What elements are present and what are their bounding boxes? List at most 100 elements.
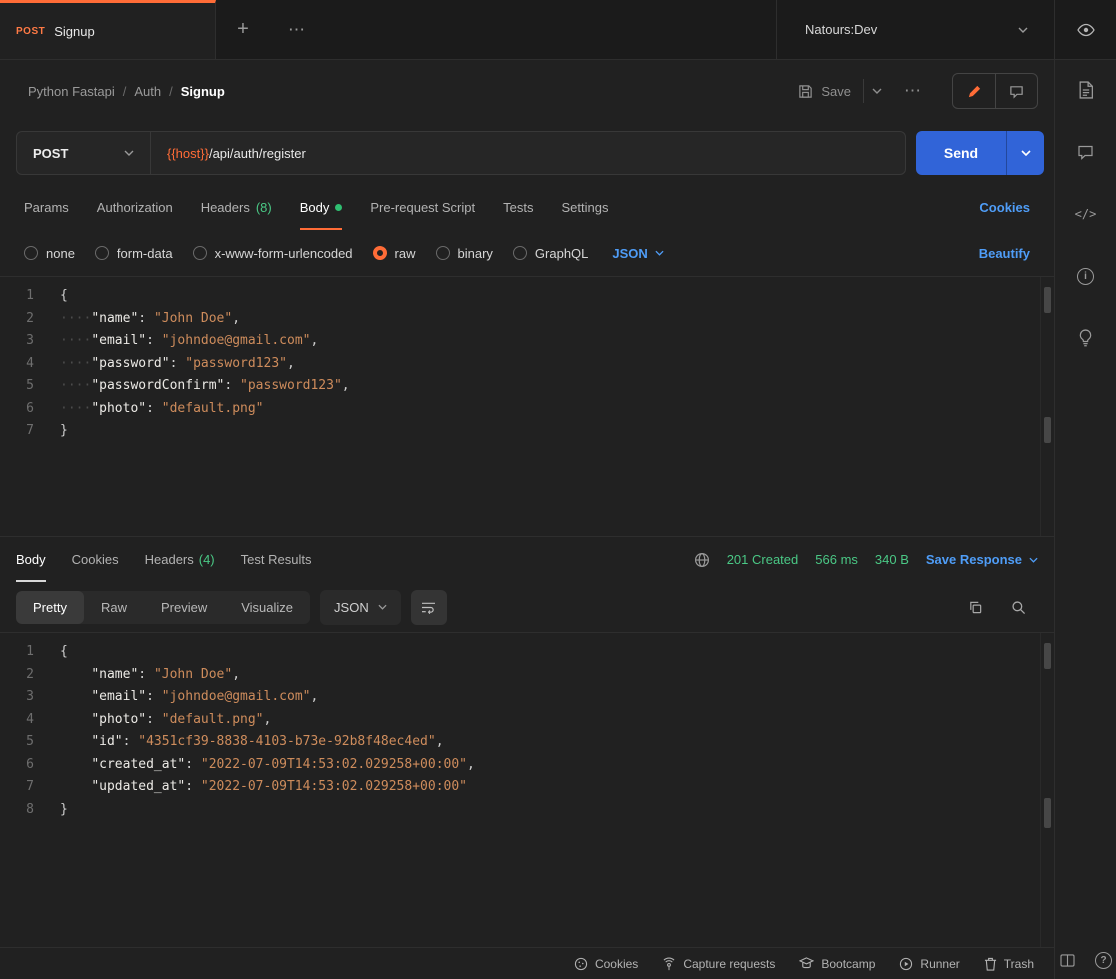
view-visualize[interactable]: Visualize [224,591,310,624]
copy-response-button[interactable] [968,600,983,615]
eye-icon [1077,23,1095,37]
breadcrumb: Python Fastapi / Auth / Signup [28,84,225,99]
code-line: 2····"name": "John Doe", [0,308,1054,331]
tab-pre-request-script[interactable]: Pre-request Script [370,184,475,230]
response-tab-body[interactable]: Body [16,537,46,582]
scrollbar-thumb[interactable] [1044,287,1051,313]
save-options-button[interactable] [863,79,890,103]
response-size[interactable]: 340 B [875,552,909,567]
send-options-button[interactable] [1006,131,1044,175]
code-snippet-button[interactable]: </> [1076,204,1096,224]
response-time[interactable]: 566 ms [815,552,858,567]
request-more-actions-button[interactable]: ⋯ [890,81,936,101]
cookies-link[interactable]: Cookies [979,200,1030,215]
tab-body[interactable]: Body [300,184,343,230]
mode-raw-radio[interactable]: raw [373,246,416,261]
request-panel: Python Fastapi / Auth / Signup Save [0,60,1054,979]
info-icon: i [1077,268,1094,285]
code-line: 6····"photo": "default.png" [0,398,1054,421]
response-tab-cookies[interactable]: Cookies [72,537,119,582]
open-request-tab[interactable]: POST Signup [0,0,216,59]
wrap-lines-button[interactable] [411,590,447,625]
mode-graphql-radio[interactable]: GraphQL [513,246,588,261]
edit-icon [967,84,982,99]
tab-settings[interactable]: Settings [561,184,608,230]
line-number: 3 [0,330,48,353]
statusbar-cookies[interactable]: Cookies [574,957,638,971]
method-selector[interactable]: POST [17,132,151,174]
status-badge[interactable]: 201 Created [727,552,799,567]
response-body-viewer[interactable]: 1{ 2 "name": "John Doe", 3 "email": "joh… [0,632,1054,947]
editor-scrollbar[interactable] [1040,277,1054,536]
chevron-down-icon [1018,27,1028,33]
tab-headers[interactable]: Headers(8) [201,184,272,230]
request-body-editor[interactable]: 1{ 2····"name": "John Doe", 3····"email"… [0,276,1054,536]
breadcrumb-folder[interactable]: Auth [134,84,161,99]
beautify-link[interactable]: Beautify [979,246,1030,261]
tab-title: Signup [54,24,94,39]
line-number: 6 [0,754,48,777]
mode-none-radio[interactable]: none [24,246,75,261]
tab-params[interactable]: Params [24,184,69,230]
response-tabs: Body Cookies Headers(4) Test Results [16,537,311,582]
breadcrumb-request-name[interactable]: Signup [181,84,225,99]
save-button-label: Save [821,84,851,99]
documentation-button[interactable] [1076,80,1096,100]
statusbar-runner[interactable]: Runner [899,957,959,971]
code-line: 4····"password": "password123", [0,353,1054,376]
radio-icon [436,246,450,260]
tab-options-button[interactable]: ⋯ [270,0,324,59]
request-tab-bar: POST Signup + ⋯ Natours:Dev [0,0,1116,60]
more-icon: ⋯ [904,81,922,100]
mode-urlencoded-radio[interactable]: x-www-form-urlencoded [193,246,353,261]
mode-binary-radio[interactable]: binary [436,246,493,261]
code-line: 8} [0,799,1054,822]
help-button[interactable]: ? [1094,950,1114,970]
capture-icon [662,957,676,971]
editor-scrollbar[interactable] [1040,633,1054,947]
mode-form-data-radio[interactable]: form-data [95,246,173,261]
environment-quick-look-button[interactable] [1054,0,1116,59]
url-input[interactable]: {{host}}/api/auth/register [151,132,905,174]
breadcrumb-collection[interactable]: Python Fastapi [28,84,115,99]
response-tab-test-results[interactable]: Test Results [241,537,312,582]
tab-tests[interactable]: Tests [503,184,533,230]
two-pane-view-button[interactable] [1058,950,1078,970]
chevron-down-icon [1021,150,1031,156]
response-tab-headers[interactable]: Headers(4) [145,537,215,582]
save-button[interactable]: Save [786,75,863,108]
search-response-button[interactable] [1011,600,1026,615]
view-pretty[interactable]: Pretty [16,591,84,624]
body-mode-row: none form-data x-www-form-urlencoded raw… [0,230,1054,276]
line-number: 7 [0,776,48,799]
bootcamp-icon [799,957,814,970]
response-header: Body Cookies Headers(4) Test Results 201… [0,536,1054,582]
globe-icon[interactable] [694,552,710,568]
pub-request-hints-button[interactable] [1076,328,1096,348]
url-host-variable: {{host}} [167,146,209,161]
view-preview[interactable]: Preview [144,591,224,624]
request-info-button[interactable]: i [1076,266,1096,286]
environment-selector[interactable]: Natours:Dev [776,0,1054,59]
chevron-down-icon [655,250,664,256]
statusbar-bootcamp[interactable]: Bootcamp [799,957,875,971]
edit-mode-button[interactable] [953,74,995,108]
raw-language-selector[interactable]: JSON [612,246,663,261]
scrollbar-thumb[interactable] [1044,643,1051,669]
new-tab-button[interactable]: + [216,0,270,59]
code-line: 5····"passwordConfirm": "password123", [0,375,1054,398]
tabbar-spacer [324,0,776,59]
statusbar-trash[interactable]: Trash [984,957,1034,971]
statusbar-capture-requests[interactable]: Capture requests [662,957,775,971]
more-icon: ⋯ [288,20,306,40]
save-response-button[interactable]: Save Response [926,552,1038,567]
line-number: 4 [0,709,48,732]
comments-sidebar-button[interactable] [1076,142,1096,162]
tab-authorization[interactable]: Authorization [97,184,173,230]
breadcrumb-separator: / [123,84,127,99]
response-language-selector[interactable]: JSON [320,590,401,625]
comments-button[interactable] [995,74,1037,108]
view-raw[interactable]: Raw [84,591,144,624]
line-number: 6 [0,398,48,421]
send-button[interactable]: Send [916,131,1006,175]
